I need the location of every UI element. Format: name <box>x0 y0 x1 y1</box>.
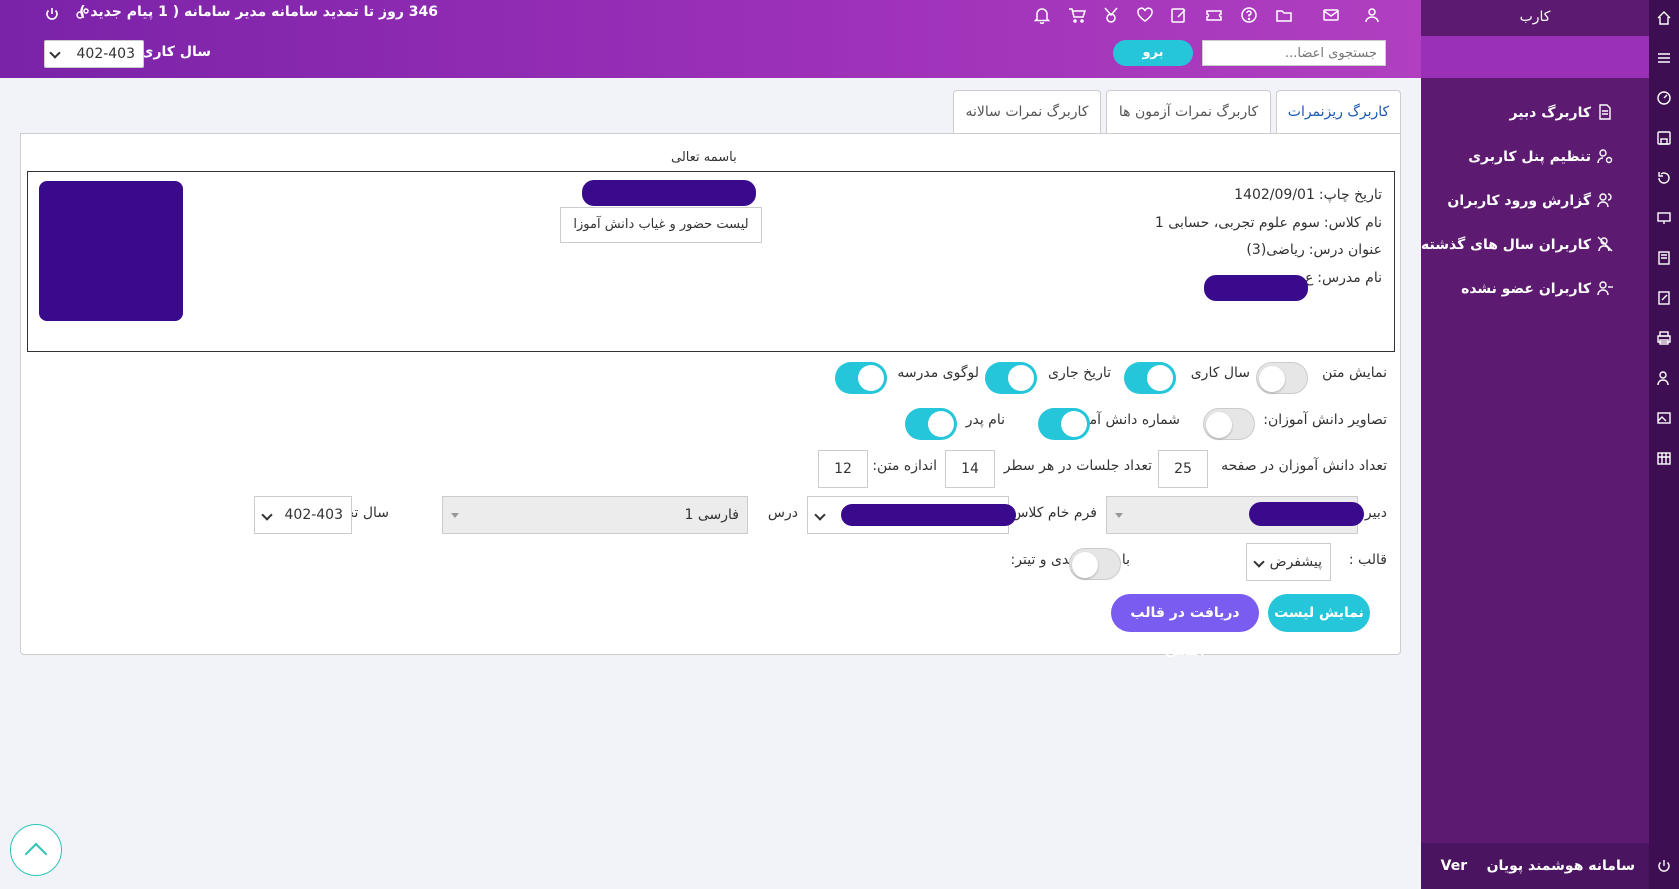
tab-annual-grades[interactable]: کاربرگ نمرات سالانه <box>953 90 1101 134</box>
user-settings-icon <box>1597 148 1613 164</box>
list-title: لیست حضور و غیاب دانش آموزا <box>560 207 762 243</box>
tab-bar: کاربرگ ریزنمرات کاربرگ نمرات آزمون ها کا… <box>20 90 1401 136</box>
sidebar-item-user-panel-settings[interactable]: تنظیم پنل کاربری <box>1468 148 1613 165</box>
printer-icon[interactable] <box>1656 330 1672 346</box>
school-name-redacted <box>582 180 756 206</box>
raw-class-form-value-redacted <box>841 504 1016 526</box>
sidebar-item-past-years-users[interactable]: کاربران سال های گذشته <box>1421 236 1613 253</box>
folder-icon[interactable] <box>1275 6 1293 24</box>
print-date: تاریخ چاپ:1402/09/01 <box>1234 187 1382 203</box>
sidebar-title: کارب <box>1519 9 1551 25</box>
student-number-toggle[interactable] <box>1038 408 1090 440</box>
main-content: کاربرگ ریزنمرات کاربرگ نمرات آزمون ها کا… <box>20 90 1401 659</box>
academic-year-select[interactable]: 402-403 <box>254 496 352 534</box>
chevron-down-icon <box>1253 556 1265 568</box>
student-photos-toggle[interactable] <box>1203 408 1255 440</box>
heart-icon[interactable] <box>1136 6 1154 24</box>
scroll-to-top-button[interactable] <box>10 824 62 876</box>
sidebar-item-teacher-sheet[interactable]: کاربرگ دبیر <box>1510 104 1614 121</box>
user-card-icon[interactable] <box>1656 370 1672 386</box>
show-list-button[interactable]: نمایش لیست <box>1268 594 1370 632</box>
top-bar: 346 روز تا تمدید سامانه مدیر سامانه ( 1 … <box>0 0 1421 78</box>
course-select-label: درس <box>767 505 798 521</box>
show-text-toggle[interactable] <box>1256 362 1308 394</box>
save-icon[interactable] <box>1656 130 1672 146</box>
home-icon[interactable] <box>1656 10 1672 26</box>
sessions-per-row-input[interactable]: 14 <box>945 450 995 488</box>
tab-exam-grades[interactable]: کاربرگ نمرات آزمون ها <box>1106 90 1271 134</box>
sidebar-band <box>1421 36 1649 78</box>
basmala: باسمه تعالی <box>671 150 737 165</box>
school-logo-label: لوگوی مدرسه <box>897 365 979 381</box>
mail-icon[interactable] <box>1322 6 1340 24</box>
member-search-input[interactable] <box>1202 40 1386 66</box>
raw-class-form-label: فرم خام کلاس <box>1011 505 1097 521</box>
user-minus-icon <box>1597 280 1613 296</box>
students-per-page-label: تعداد دانش آموزان در صفحه <box>1221 458 1387 474</box>
search-go-button[interactable]: برو <box>1113 40 1193 66</box>
user-menu-icon[interactable] <box>1364 6 1382 24</box>
course-title: عنوان درس:ریاضی(3) <box>1246 242 1382 258</box>
award-icon[interactable] <box>1102 6 1120 24</box>
book-icon[interactable] <box>1656 250 1672 266</box>
sessions-per-row-label: تعداد جلسات در هر سطر <box>1003 458 1152 474</box>
users-icon <box>1597 192 1613 208</box>
school-logo-redacted <box>39 181 183 321</box>
logout-icon[interactable] <box>1656 858 1672 874</box>
bell-icon[interactable] <box>1033 6 1051 24</box>
current-date-label: تاریخ جاری <box>1048 365 1111 381</box>
font-size-input[interactable]: 12 <box>818 450 868 488</box>
help-icon[interactable] <box>1240 6 1258 24</box>
font-size-label: اندازه متن: <box>872 458 937 474</box>
chevron-up-icon <box>24 842 48 866</box>
show-text-label: نمایش متن <box>1322 365 1387 381</box>
work-year-option-label: سال کاری <box>1190 365 1250 381</box>
course-select[interactable]: فارسی 1 <box>442 496 748 534</box>
student-photos-label: تصاویر دانش آموزان: <box>1263 412 1387 428</box>
presentation-icon[interactable] <box>1656 210 1672 226</box>
chevron-down-icon <box>814 509 826 521</box>
father-name-label: نام پدر <box>965 412 1005 428</box>
teacher-select-label: دبیر <box>1364 505 1387 521</box>
icon-bar <box>1649 0 1679 889</box>
school-logo-toggle[interactable] <box>835 362 887 394</box>
user-slash-icon <box>1597 236 1613 252</box>
print-header-preview: لیست حضور و غیاب دانش آموزا تاریخ چاپ:14… <box>27 171 1395 352</box>
work-year-toggle[interactable] <box>1124 362 1176 394</box>
students-per-page-input[interactable]: 25 <box>1158 450 1208 488</box>
dashboard-icon[interactable] <box>1656 90 1672 106</box>
paging-title-toggle[interactable] <box>1069 548 1121 580</box>
sidebar-footer: سامانه هوشمند پویان Ver 6.8.4 <box>1421 843 1649 889</box>
teacher-name-redacted <box>1204 275 1308 301</box>
notebook-icon[interactable] <box>1656 290 1672 306</box>
chevron-down-icon <box>261 509 273 521</box>
calendar-icon[interactable] <box>1656 450 1672 466</box>
sidebar-item-non-member-users[interactable]: کاربران عضو نشده <box>1461 280 1613 297</box>
tab-sub-grades[interactable]: کاربرگ ریزنمرات <box>1276 90 1401 136</box>
edit-icon[interactable] <box>1170 6 1188 24</box>
sidebar: کارب کاربرگ دبیر تنظیم پنل کاربری گزارش … <box>1421 0 1649 889</box>
teacher-select-value-redacted <box>1249 502 1364 526</box>
father-name-toggle[interactable] <box>905 408 957 440</box>
ticket-icon[interactable] <box>1205 6 1223 24</box>
cart-icon[interactable] <box>1068 6 1086 24</box>
worksheet-card: باسمه تعالی لیست حضور و غیاب دانش آموزا … <box>20 133 1401 659</box>
work-year-select[interactable]: 402-403 <box>44 40 144 68</box>
document-icon <box>1597 104 1613 120</box>
class-name: نام کلاس:سوم علوم تجربی، حسابی 1 <box>1154 215 1382 231</box>
power-icon[interactable] <box>44 6 60 22</box>
current-date-toggle[interactable] <box>985 362 1037 394</box>
gallery-icon[interactable] <box>1656 410 1672 426</box>
work-year-label: سال کاری: <box>135 44 211 60</box>
excel-download-button[interactable]: دریافت در قالب اکسل <box>1111 594 1259 659</box>
template-label: قالب : <box>1348 552 1387 568</box>
template-select[interactable]: پیشفرض <box>1246 543 1331 581</box>
chevron-down-icon <box>49 47 61 59</box>
teacher-name: نام مدرس:ع <box>1304 270 1382 286</box>
refresh-icon[interactable] <box>1656 170 1672 186</box>
renewal-notice: 346 روز تا تمدید سامانه مدیر سامانه ( 1 … <box>79 4 438 20</box>
sidebar-item-login-report[interactable]: گزارش ورود کاربران <box>1447 192 1613 209</box>
menu-icon[interactable] <box>1656 50 1672 66</box>
